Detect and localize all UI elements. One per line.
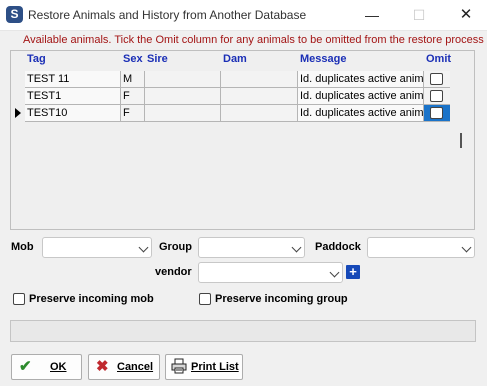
cancel-button-label: Cancel	[117, 361, 154, 373]
cell-sire[interactable]	[145, 105, 221, 122]
omit-checkbox[interactable]	[430, 73, 443, 85]
cell-omit[interactable]	[424, 105, 450, 122]
table-row[interactable]: TEST10 F Id. duplicates active animal	[11, 105, 471, 122]
print-list-button-label: Print List	[191, 361, 239, 373]
progress-bar	[10, 320, 476, 342]
cell-tag[interactable]: TEST1	[25, 88, 121, 105]
cell-sire[interactable]	[145, 88, 221, 105]
cell-tag[interactable]: TEST 11	[25, 71, 121, 88]
chevron-down-icon	[138, 242, 149, 253]
app-logo-icon: S	[6, 6, 23, 23]
cell-sex[interactable]: F	[121, 105, 145, 122]
cell-sex[interactable]: M	[121, 71, 145, 88]
cell-message[interactable]: Id. duplicates active animal	[298, 105, 424, 122]
add-vendor-button[interactable]: +	[346, 265, 360, 279]
preserve-mob-label[interactable]: Preserve incoming mob	[29, 293, 154, 305]
x-icon: ✖	[96, 358, 109, 375]
chevron-down-icon	[291, 242, 302, 253]
omit-checkbox[interactable]	[430, 107, 443, 119]
cancel-button[interactable]: ✖ Cancel	[88, 354, 160, 380]
column-header-message[interactable]: Message	[300, 53, 346, 65]
column-header-omit[interactable]: Omit	[426, 53, 451, 65]
cell-sire[interactable]	[145, 71, 221, 88]
group-dropdown[interactable]	[198, 237, 305, 258]
omit-checkbox[interactable]	[430, 90, 443, 102]
window-title: Restore Animals and History from Another…	[28, 8, 307, 22]
cell-tag[interactable]: TEST10	[25, 105, 121, 122]
chevron-down-icon	[461, 242, 472, 253]
vendor-dropdown[interactable]	[198, 262, 343, 283]
preserve-group-label[interactable]: Preserve incoming group	[215, 293, 348, 305]
vendor-label: vendor	[155, 266, 192, 278]
preserve-group-checkbox[interactable]	[199, 293, 211, 305]
close-button[interactable]: ✕	[456, 5, 476, 25]
paddock-label: Paddock	[315, 241, 361, 253]
column-header-tag[interactable]: Tag	[27, 53, 46, 65]
cell-dam[interactable]	[221, 88, 298, 105]
checkmark-icon: ✔	[19, 358, 32, 375]
maximize-button[interactable]: ☐	[409, 5, 429, 25]
cell-dam[interactable]	[221, 105, 298, 122]
group-label: Group	[159, 241, 192, 253]
ok-button[interactable]: ✔ OK	[11, 354, 82, 380]
minimize-button[interactable]: —	[362, 5, 382, 25]
cell-omit[interactable]	[424, 71, 450, 88]
cell-message[interactable]: Id. duplicates active animal	[298, 71, 424, 88]
column-header-sire[interactable]: Sire	[147, 53, 168, 65]
column-header-dam[interactable]: Dam	[223, 53, 247, 65]
grid-scrollbar[interactable]	[460, 133, 462, 148]
instruction-text: Available animals. Tick the Omit column …	[23, 34, 484, 46]
cell-message[interactable]: Id. duplicates active animal	[298, 88, 424, 105]
mob-label: Mob	[11, 241, 34, 253]
animals-grid[interactable]: Tag Sex Sire Dam Message Omit TEST 11 M …	[10, 50, 475, 230]
cell-sex[interactable]: F	[121, 88, 145, 105]
paddock-dropdown[interactable]	[367, 237, 475, 258]
column-header-sex[interactable]: Sex	[123, 53, 143, 65]
current-row-indicator-icon	[15, 108, 21, 118]
table-row[interactable]: TEST 11 M Id. duplicates active animal	[11, 71, 471, 88]
print-list-button[interactable]: Print List	[165, 354, 243, 380]
table-row[interactable]: TEST1 F Id. duplicates active animal	[11, 88, 471, 105]
printer-icon	[171, 358, 187, 378]
chevron-down-icon	[329, 267, 340, 278]
mob-dropdown[interactable]	[42, 237, 152, 258]
preserve-mob-checkbox[interactable]	[13, 293, 25, 305]
cell-dam[interactable]	[221, 71, 298, 88]
ok-button-label: OK	[50, 361, 67, 373]
title-bar: S Restore Animals and History from Anoth…	[0, 0, 487, 31]
cell-omit[interactable]	[424, 88, 450, 105]
